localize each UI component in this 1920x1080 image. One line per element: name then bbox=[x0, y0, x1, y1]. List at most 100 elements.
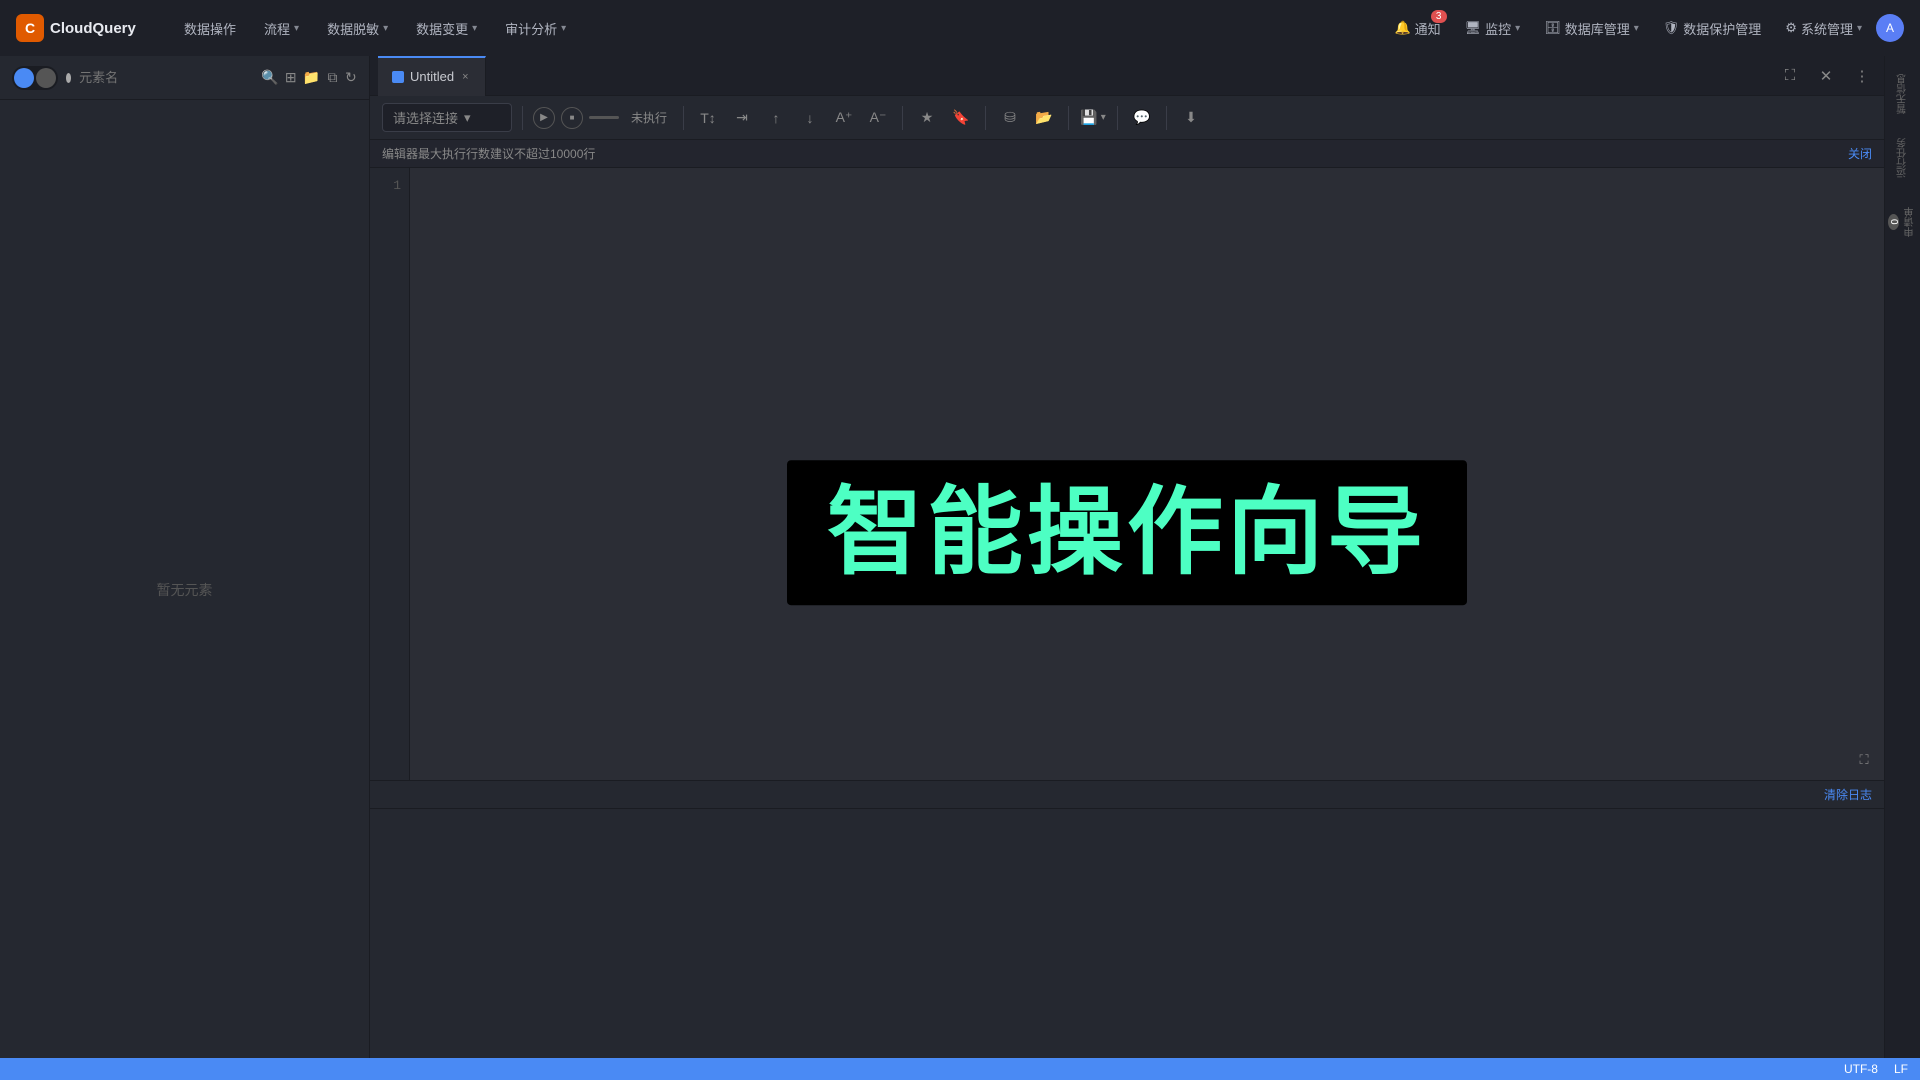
stop-button[interactable]: ■ bbox=[561, 107, 583, 129]
toolbar-divider-2 bbox=[683, 106, 684, 130]
content-area: Untitled × ⛶ ✕ ⋮ 请选择连接 ▾ ▶ ■ 未执行 T↕ bbox=[370, 56, 1884, 1080]
db-icon: 🗄 bbox=[1544, 20, 1561, 36]
separator-dash-icon bbox=[589, 116, 619, 119]
connection-selector[interactable]: 请选择连接 ▾ bbox=[382, 103, 512, 132]
folder2-icon[interactable]: 📂 bbox=[1030, 104, 1058, 132]
right-sidebar-item-requests[interactable]: 0 申请单 bbox=[1885, 192, 1920, 252]
nav-item-desensitize[interactable]: 数据脱敏 ▾ bbox=[313, 0, 402, 56]
db2-icon[interactable]: ⛁ bbox=[996, 104, 1024, 132]
move-up-icon[interactable]: ↑ bbox=[762, 104, 790, 132]
right-sidebar-item-info[interactable]: 暂无信息 bbox=[1885, 64, 1920, 124]
copy-icon[interactable]: ⧉ bbox=[326, 66, 338, 90]
line-ending-label: LF bbox=[1894, 1062, 1908, 1076]
toolbar-divider-4 bbox=[985, 106, 986, 130]
close-panel-icon[interactable]: ✕ bbox=[1812, 62, 1840, 90]
download-icon[interactable]: ⬇ bbox=[1177, 104, 1205, 132]
toolbar-divider-7 bbox=[1166, 106, 1167, 130]
folder-icon[interactable]: 📁 bbox=[303, 66, 320, 90]
sidebar-toolbar: 🔍 ⊞ 📁 ⧉ ↻ bbox=[0, 56, 369, 100]
play-button[interactable]: ▶ bbox=[533, 107, 555, 129]
notice-text: 编辑器最大执行行数建议不超过10000行 bbox=[382, 145, 595, 162]
font-decrease-icon[interactable]: A⁻ bbox=[864, 104, 892, 132]
chevron-down-icon: ▾ bbox=[383, 23, 388, 34]
text-icon[interactable]: T↕ bbox=[694, 104, 722, 132]
toolbar-divider-1 bbox=[522, 106, 523, 130]
save-arrow: ▾ bbox=[1101, 112, 1106, 123]
smart-operation-banner: 智能操作向导 bbox=[787, 460, 1467, 606]
move-down-icon[interactable]: ↓ bbox=[796, 104, 824, 132]
toolbar-divider-6 bbox=[1117, 106, 1118, 130]
nav-notification[interactable]: 🔔 通知 3 bbox=[1384, 0, 1450, 56]
main-layout: 🔍 ⊞ 📁 ⧉ ↻ 暂无元素 Untitled × ⛶ ✕ ⋮ bbox=[0, 56, 1920, 1080]
chevron-down-icon: ▾ bbox=[1857, 23, 1862, 34]
left-sidebar: 🔍 ⊞ 📁 ⧉ ↻ 暂无元素 bbox=[0, 56, 370, 1080]
logo-area[interactable]: C CloudQuery bbox=[16, 14, 146, 42]
chevron-down-icon: ▾ bbox=[561, 23, 566, 34]
tab-bar-actions: ⛶ ✕ ⋮ bbox=[1776, 62, 1876, 90]
line-num-1: 1 bbox=[370, 176, 409, 196]
right-sidebar-item-tasks[interactable]: 运行任务 bbox=[1885, 128, 1920, 188]
right-sidebar-label-requests: 申请单 bbox=[1903, 207, 1918, 237]
nav-data-protection[interactable]: 🛡 数据保护管理 bbox=[1653, 0, 1772, 56]
smart-banner-text: 智能操作向导 bbox=[827, 480, 1427, 586]
status-bar: UTF-8 LF bbox=[0, 1058, 1920, 1080]
tab-title: Untitled bbox=[410, 69, 454, 84]
chevron-down-icon: ▾ bbox=[294, 23, 299, 34]
bookmark-icon[interactable]: 🔖 bbox=[947, 104, 975, 132]
add-icon[interactable]: ⊞ bbox=[285, 66, 297, 90]
right-sidebar-label-tasks: 运行任务 bbox=[1895, 138, 1910, 178]
user-avatar[interactable]: A bbox=[1876, 14, 1904, 42]
refresh-icon[interactable]: ↻ bbox=[345, 66, 357, 90]
fullscreen-icon[interactable]: ⛶ bbox=[1776, 62, 1804, 90]
editor-toolbar: 请选择连接 ▾ ▶ ■ 未执行 T↕ ⇥ ↑ ↓ A⁺ A⁻ ★ 🔖 ⛁ 📂 💾 bbox=[370, 96, 1884, 140]
sidebar-empty-state: 暂无元素 bbox=[0, 100, 369, 1080]
log-header: 清除日志 bbox=[370, 781, 1884, 809]
request-count-badge: 0 bbox=[1888, 214, 1899, 230]
search-input[interactable] bbox=[79, 70, 255, 85]
right-sidebar-label-info: 暂无信息 bbox=[1895, 74, 1910, 114]
chevron-down-icon: ▾ bbox=[472, 23, 477, 34]
logo-text: CloudQuery bbox=[50, 20, 136, 37]
nav-db-manage[interactable]: 🗄 数据库管理 ▾ bbox=[1534, 0, 1649, 56]
toggle-off[interactable] bbox=[36, 68, 56, 88]
notice-close-button[interactable]: 关闭 bbox=[1848, 145, 1872, 162]
nav-right: 🔔 通知 3 🖥 监控 ▾ 🗄 数据库管理 ▾ 🛡 数据保护管理 ⚙ 系统管理 … bbox=[1384, 0, 1904, 56]
top-nav: C CloudQuery 数据操作 流程 ▾ 数据脱敏 ▾ 数据变更 ▾ 审计分… bbox=[0, 0, 1920, 56]
nav-item-flow[interactable]: 流程 ▾ bbox=[250, 0, 313, 56]
gear-icon: ⚙ bbox=[1785, 20, 1797, 36]
font-increase-icon[interactable]: A⁺ bbox=[830, 104, 858, 132]
tab-icon bbox=[392, 71, 404, 83]
bell-icon: 🔔 bbox=[1394, 20, 1410, 36]
toggle-switch[interactable] bbox=[12, 66, 58, 90]
nav-item-audit[interactable]: 审计分析 ▾ bbox=[491, 0, 580, 56]
nav-system-manage[interactable]: ⚙ 系统管理 ▾ bbox=[1775, 0, 1872, 56]
right-sidebar: 暂无信息 运行任务 0 申请单 bbox=[1884, 56, 1920, 1080]
star-icon[interactable]: ★ bbox=[913, 104, 941, 132]
line-numbers: 1 bbox=[370, 168, 410, 780]
nav-item-data-ops[interactable]: 数据操作 bbox=[170, 0, 250, 56]
nav-item-data-change[interactable]: 数据变更 ▾ bbox=[402, 0, 491, 56]
log-area: 清除日志 bbox=[370, 780, 1884, 1080]
tab-close-button[interactable]: × bbox=[460, 69, 470, 85]
expand-editor-icon[interactable]: ⛶ bbox=[1852, 748, 1876, 772]
save-icon[interactable]: 💾▾ bbox=[1079, 104, 1107, 132]
dash-separator bbox=[589, 116, 619, 119]
tab-untitled[interactable]: Untitled × bbox=[378, 56, 486, 96]
encoding-label: UTF-8 bbox=[1844, 1062, 1878, 1076]
chevron-down-icon: ▾ bbox=[1634, 23, 1639, 34]
logo-icon: C bbox=[16, 14, 44, 42]
menu-icon[interactable]: ⋮ bbox=[1848, 62, 1876, 90]
clear-log-button[interactable]: 清除日志 bbox=[1824, 786, 1872, 803]
nav-monitor[interactable]: 🖥 监控 ▾ bbox=[1455, 0, 1531, 56]
monitor-icon: 🖥 bbox=[1465, 20, 1482, 36]
search-icon[interactable]: 🔍 bbox=[261, 66, 278, 90]
shield-icon: 🛡 bbox=[1663, 20, 1680, 36]
run-status-label: 未执行 bbox=[625, 109, 673, 126]
sidebar-dot bbox=[66, 73, 71, 83]
connection-placeholder: 请选择连接 bbox=[393, 108, 458, 127]
chevron-down-icon: ▾ bbox=[1515, 23, 1520, 34]
comment-icon[interactable]: 💬 bbox=[1128, 104, 1156, 132]
chevron-down-icon: ▾ bbox=[464, 110, 471, 126]
indent-icon[interactable]: ⇥ bbox=[728, 104, 756, 132]
toggle-on[interactable] bbox=[14, 68, 34, 88]
